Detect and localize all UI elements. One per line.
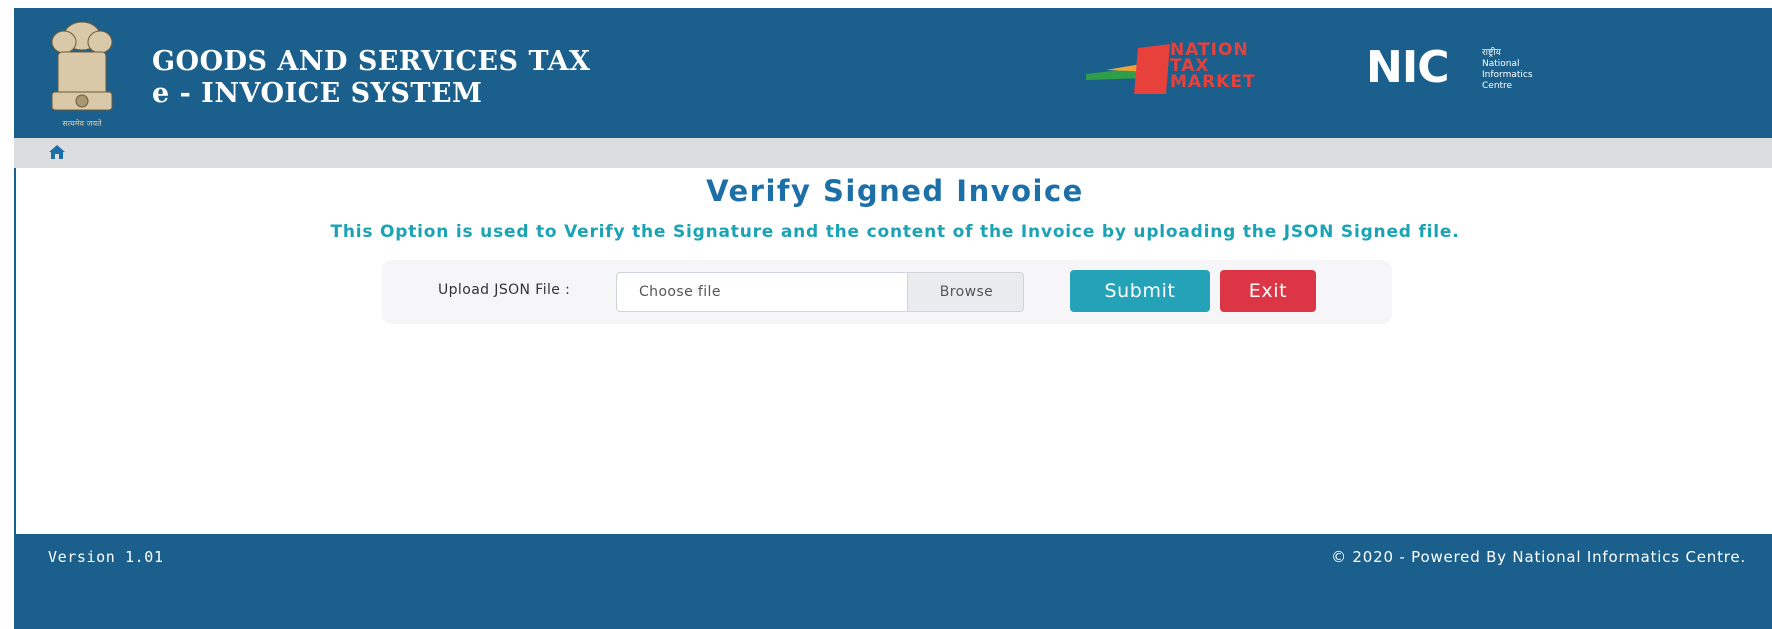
version-label: Version 1.01	[48, 548, 164, 566]
exit-button[interactable]: Exit	[1220, 270, 1316, 312]
main-content: Verify Signed Invoice This Option is use…	[14, 168, 1772, 534]
upload-card: Upload JSON File : Choose file Browse Su…	[382, 260, 1392, 324]
browse-button[interactable]: Browse	[907, 273, 1023, 311]
ashoka-emblem-icon: सत्यमेव जयते	[51, 21, 113, 128]
header: सत्यमेव जयते GOODS AND SERVICES TAX e - …	[14, 8, 1772, 138]
breadcrumb	[14, 138, 1772, 168]
page-description: This Option is used to Verify the Signat…	[330, 222, 1460, 242]
nic-logo: NIC	[1366, 42, 1449, 93]
svg-text:सत्यमेव जयते: सत्यमेव जयते	[62, 118, 102, 128]
nic-logo-subtitle: राष्ट्रीय National Informatics Centre	[1482, 48, 1533, 91]
app-title-line1: GOODS AND SERVICES TAX	[152, 46, 591, 77]
upload-label: Upload JSON File :	[438, 282, 571, 298]
ntm-logo-text: NATION TAX MARKET	[1170, 40, 1256, 92]
app-title: GOODS AND SERVICES TAX e - INVOICE SYSTE…	[152, 46, 590, 110]
file-input-group[interactable]: Choose file Browse	[616, 272, 1024, 312]
copyright-text: © 2020 - Powered By National Informatics…	[1331, 548, 1746, 566]
file-input[interactable]: Choose file	[617, 273, 907, 311]
footer: Version 1.01 © 2020 - Powered By Nationa…	[14, 534, 1772, 629]
app-frame: सत्यमेव जयते GOODS AND SERVICES TAX e - …	[14, 8, 1772, 629]
page-title: Verify Signed Invoice	[706, 174, 1084, 208]
app-title-line2: e - INVOICE SYSTEM	[152, 78, 483, 109]
home-icon[interactable]	[48, 144, 66, 160]
submit-button[interactable]: Submit	[1070, 270, 1210, 312]
